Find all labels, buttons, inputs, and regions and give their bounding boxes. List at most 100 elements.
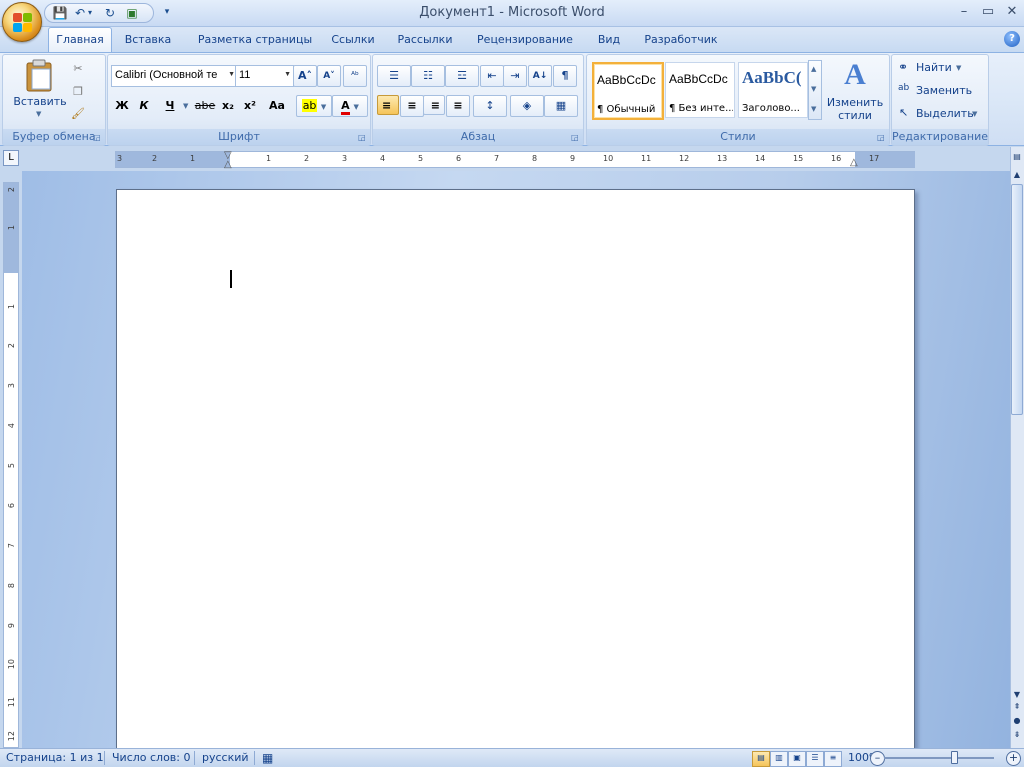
change-styles-button[interactable]: A Изменить стили [826, 58, 884, 124]
hanging-indent-marker[interactable]: △ [224, 159, 232, 170]
font-name-combo[interactable]: Calibri (Основной те ▼ [111, 65, 238, 87]
shrink-font-button[interactable]: A˅ [317, 65, 341, 87]
scroll-thumb[interactable] [1011, 184, 1023, 415]
dialog-launcher-icon[interactable]: ◲ [571, 133, 580, 142]
underline-button[interactable]: Ч [160, 95, 180, 117]
tab-review[interactable]: Рецензирование [472, 28, 578, 52]
font-group-label: Шрифт [108, 129, 370, 145]
replace-button[interactable]: ab Заменить [898, 82, 984, 100]
chevron-down-icon[interactable]: ▼ [183, 102, 188, 110]
subscript-button[interactable]: x₂ [218, 95, 238, 117]
increase-indent-button[interactable]: ⇥ [503, 65, 527, 87]
show-formatting-button[interactable]: ¶ [553, 65, 577, 87]
tab-page-layout[interactable]: Разметка страницы [192, 28, 318, 52]
decrease-indent-button[interactable]: ⇤ [480, 65, 504, 87]
customize-qat-icon[interactable]: ▾ [158, 4, 176, 20]
align-right-button[interactable]: ≡ [423, 95, 445, 115]
strikethrough-button[interactable]: abe [192, 95, 218, 117]
dialog-launcher-icon[interactable]: ◲ [877, 133, 886, 142]
font-size-value: 11 [239, 69, 251, 81]
grow-font-button[interactable]: A˄ [293, 65, 317, 87]
horizontal-ruler[interactable]: 3 2 1 1 2 3 4 5 6 7 8 9 10 11 12 13 14 1… [115, 150, 915, 170]
print-layout-view-icon[interactable]: ▤ [752, 751, 770, 767]
sort-button[interactable]: A↓ [528, 65, 552, 87]
zoom-out-icon[interactable]: – [870, 751, 885, 766]
superscript-button[interactable]: x² [240, 95, 260, 117]
zoom-slider-thumb[interactable] [951, 751, 958, 764]
ruler-toggle-icon[interactable]: ▤ [1011, 150, 1023, 164]
redo-icon[interactable]: ↻ [101, 5, 119, 21]
vertical-ruler[interactable]: 2 1 1 2 3 4 5 6 7 8 9 10 11 12 [3, 182, 19, 748]
chevron-up-icon[interactable]: ▲ [811, 65, 816, 73]
document-page[interactable] [116, 189, 915, 759]
tab-mailings[interactable]: Рассылки [392, 28, 458, 52]
zoom-slider-track[interactable] [884, 757, 994, 759]
next-page-icon[interactable]: ⇟ [1011, 728, 1023, 742]
numbering-button[interactable]: ☷ [411, 65, 445, 87]
bullets-button[interactable]: ☰ [377, 65, 411, 87]
styles-gallery-scroll[interactable]: ▲ ▼ ▼ [808, 60, 822, 120]
italic-button[interactable]: К [134, 95, 154, 117]
outline-view-icon[interactable]: ☰ [806, 751, 824, 767]
restore-button[interactable]: ▭ [976, 3, 1000, 21]
select-button[interactable]: ↖ Выделить ▼ [898, 105, 984, 123]
styles-group-label: Стили [587, 129, 889, 145]
print-preview-icon[interactable]: ▣ [123, 5, 141, 21]
align-center-button[interactable]: ≡ [400, 95, 424, 117]
minimize-button[interactable]: – [952, 3, 976, 21]
borders-button[interactable]: ▦ [544, 95, 578, 117]
office-button[interactable] [2, 2, 42, 42]
scroll-up-icon[interactable]: ▲ [1011, 168, 1023, 182]
font-color-button[interactable]: A ▼ [332, 95, 368, 117]
find-button[interactable]: ⚭ Найти ▼ [898, 59, 984, 77]
style-card-normal[interactable]: AaBbCcDc ¶ Обычный [592, 62, 664, 120]
chevron-down-icon: ▼ [228, 71, 235, 78]
paste-button[interactable]: Вставить ▼ [12, 58, 68, 122]
style-card-no-spacing[interactable]: AaBbCcDc ¶ Без инте... [665, 62, 735, 118]
gallery-more-icon[interactable]: ▼ [811, 105, 816, 113]
font-size-combo[interactable]: 11 ▼ [235, 65, 294, 87]
previous-page-icon[interactable]: ⇞ [1011, 700, 1023, 714]
text-cursor [230, 270, 232, 288]
align-left-button[interactable]: ≡ [377, 95, 399, 115]
ruler-tick: 14 [755, 154, 766, 163]
full-screen-reading-icon[interactable]: ▥ [770, 751, 788, 767]
status-separator [194, 751, 195, 765]
tab-selector-button[interactable]: L [3, 150, 19, 166]
change-case-button[interactable]: Aa [264, 95, 290, 117]
line-spacing-button[interactable]: ↕ [473, 95, 507, 117]
format-painter-icon[interactable]: 🖌 [68, 103, 88, 123]
save-icon[interactable]: 💾 [51, 5, 69, 21]
shading-button[interactable]: ◈ [510, 95, 544, 117]
tab-insert[interactable]: Вставка [116, 28, 180, 52]
chevron-down-icon[interactable]: ▼ [811, 85, 816, 93]
zoom-in-icon[interactable]: + [1006, 751, 1021, 766]
right-indent-marker[interactable]: △ [850, 157, 858, 168]
select-label: Выделить [916, 107, 974, 120]
bold-button[interactable]: Ж [112, 95, 132, 117]
tab-home[interactable]: Главная [48, 27, 112, 54]
clear-formatting-button[interactable]: ᴬᵇ [343, 65, 367, 87]
tab-references[interactable]: Ссылки [326, 28, 380, 52]
draft-view-icon[interactable]: ≡ [824, 751, 842, 767]
style-card-heading[interactable]: AaBbC( Заголово... [738, 62, 808, 118]
tab-developer[interactable]: Разработчик [640, 28, 722, 52]
dialog-launcher-icon[interactable]: ◲ [93, 133, 102, 142]
multilevel-list-button[interactable]: ☲ [445, 65, 479, 87]
language-status[interactable]: русский [202, 750, 249, 766]
page-count-status[interactable]: Страница: 1 из 1 [6, 750, 104, 766]
macro-record-icon[interactable]: ▦ [262, 750, 273, 766]
word-count-status[interactable]: Число слов: 0 [112, 750, 191, 766]
highlight-button[interactable]: ab ▼ [296, 95, 332, 117]
justify-button[interactable]: ≡ [446, 95, 470, 117]
cut-icon[interactable]: ✂ [68, 58, 88, 78]
tab-view[interactable]: Вид [590, 28, 628, 52]
find-label: Найти [916, 61, 952, 74]
copy-icon[interactable]: ❐ [68, 81, 88, 101]
web-layout-icon[interactable]: ▣ [788, 751, 806, 767]
undo-dropdown-icon[interactable]: ▾ [85, 5, 95, 21]
browse-object-icon[interactable]: ● [1011, 714, 1023, 728]
dialog-launcher-icon[interactable]: ◲ [358, 133, 367, 142]
help-icon[interactable]: ? [1004, 31, 1020, 47]
close-button[interactable]: ✕ [1000, 3, 1024, 21]
